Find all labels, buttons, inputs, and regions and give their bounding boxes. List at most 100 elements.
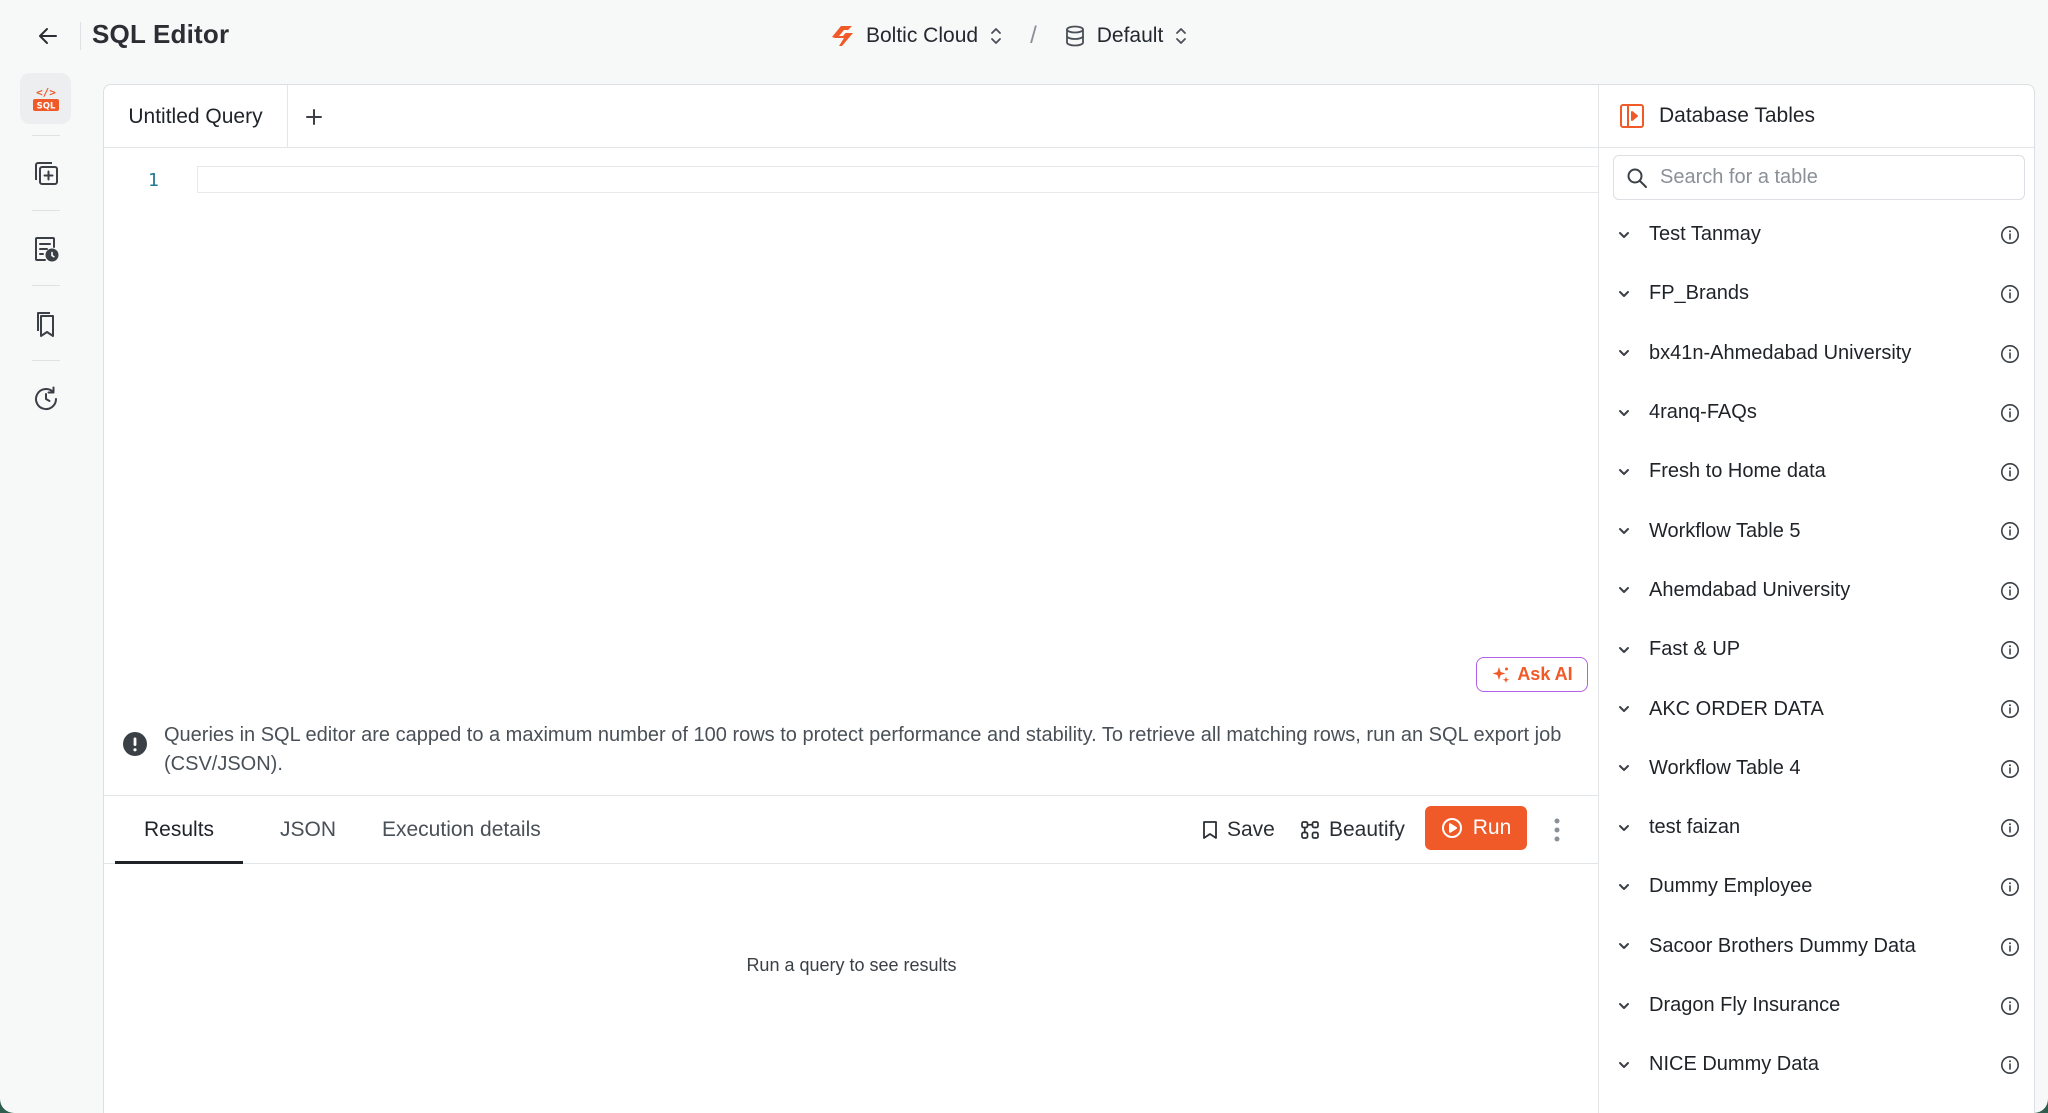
beautify-button[interactable]: Beautify: [1300, 812, 1405, 848]
info-icon[interactable]: [1999, 639, 2021, 661]
info-icon[interactable]: [1999, 520, 2021, 542]
info-icon[interactable]: [1999, 817, 2021, 839]
beautify-label: Beautify: [1329, 818, 1405, 841]
rail-item-sql-editor[interactable]: </> SQL: [20, 73, 71, 124]
info-icon[interactable]: [1999, 224, 2021, 246]
rail-item-saved-queries[interactable]: [20, 298, 71, 349]
table-name: Dragon Fly Insurance: [1649, 994, 1841, 1016]
play-circle-icon: [1441, 818, 1462, 838]
database-selector[interactable]: Default: [1063, 24, 1190, 48]
chevron-down-icon[interactable]: [1615, 1056, 1633, 1074]
sparkle-icon: [1492, 666, 1510, 683]
info-icon[interactable]: [1999, 1054, 2021, 1076]
table-name: Fresh to Home data: [1649, 460, 1826, 483]
info-icon[interactable]: [1999, 283, 2021, 305]
chevron-down-icon[interactable]: [1615, 641, 1633, 659]
rail-divider: [32, 210, 60, 211]
table-name: test faizan: [1649, 816, 1741, 839]
chevron-down-icon[interactable]: [1615, 997, 1633, 1015]
plus-icon: [306, 109, 322, 125]
breadcrumb-separator: /: [1030, 22, 1037, 49]
table-row[interactable]: Fresh to Home data: [1599, 442, 2034, 501]
chevron-down-icon[interactable]: [1615, 878, 1633, 896]
chevron-down-icon[interactable]: [1615, 937, 1633, 955]
ask-ai-button[interactable]: Ask AI: [1476, 657, 1588, 692]
chevron-down-icon[interactable]: [1615, 463, 1633, 481]
table-name: Fast & UP: [1649, 638, 1741, 661]
tab-execution-details[interactable]: Execution details: [382, 796, 541, 864]
top-bar: SQL Editor Boltic Cloud / Default: [0, 0, 2048, 72]
rail-item-new-query[interactable]: [20, 148, 71, 199]
table-name: Ahemdabad University: [1649, 578, 1851, 601]
chevron-down-icon[interactable]: [1615, 522, 1633, 540]
table-search-input[interactable]: [1660, 166, 2000, 189]
info-icon[interactable]: [1999, 343, 2021, 365]
back-button[interactable]: [32, 20, 64, 52]
table-search[interactable]: [1613, 155, 2025, 200]
left-rail: </> SQL: [0, 72, 92, 1113]
bookmark-icon: [1203, 821, 1217, 839]
info-icon[interactable]: [1999, 995, 2021, 1017]
tab-json[interactable]: JSON: [280, 796, 336, 864]
save-button[interactable]: Save: [1202, 812, 1275, 848]
chevron-down-icon[interactable]: [1615, 226, 1633, 244]
info-icon[interactable]: [1999, 936, 2021, 958]
bookmarks-icon: [36, 311, 54, 337]
table-row[interactable]: AKC ORDER DATA: [1599, 679, 2034, 738]
chevron-up-down-icon: [1176, 28, 1187, 44]
workspace-name: Boltic Cloud: [866, 24, 979, 47]
chevron-down-icon[interactable]: [1615, 759, 1633, 777]
sql-editor[interactable]: 1 Ask AI: [104, 148, 1599, 798]
alert-circle-icon: [123, 732, 147, 756]
table-row[interactable]: Dummy Employee: [1599, 857, 2034, 916]
rail-item-scheduled-queries[interactable]: [20, 223, 71, 274]
run-button[interactable]: Run: [1425, 806, 1527, 850]
chevron-down-icon[interactable]: [1615, 404, 1633, 422]
sql-label: SQL: [36, 101, 55, 111]
panel-toggle-icon[interactable]: [1619, 103, 1645, 129]
chevron-down-icon[interactable]: [1615, 285, 1633, 303]
table-row[interactable]: Workflow Table 4: [1599, 739, 2034, 798]
table-name: Workflow Table 5: [1649, 519, 1801, 542]
table-name: Workflow Table 4: [1649, 756, 1801, 779]
results-empty-state: Run a query to see results: [746, 954, 957, 975]
add-tab-button[interactable]: [296, 99, 332, 135]
info-icon[interactable]: [1999, 758, 2021, 780]
add-query-icon: [34, 161, 58, 185]
beautify-icon: [1301, 821, 1319, 839]
query-tab[interactable]: Untitled Query: [104, 85, 288, 148]
sql-code-icon: </> SQL: [32, 86, 59, 111]
database-icon: [1065, 25, 1084, 47]
kebab-menu-icon: [1554, 818, 1560, 842]
table-row[interactable]: Workflow Table 5: [1599, 501, 2034, 560]
info-icon[interactable]: [1999, 698, 2021, 720]
info-icon[interactable]: [1999, 876, 2021, 898]
table-row[interactable]: test faizan: [1599, 798, 2034, 857]
chevron-down-icon[interactable]: [1615, 581, 1633, 599]
table-row[interactable]: Dragon Fly Insurance: [1599, 976, 2034, 1035]
table-row[interactable]: Ahemdabad University: [1599, 561, 2034, 620]
table-row[interactable]: Sacoor Brothers Dummy Data: [1599, 917, 2034, 976]
table-row[interactable]: Fast & UP: [1599, 620, 2034, 679]
table-row[interactable]: FP_Brands: [1599, 264, 2034, 323]
database-tables-panel: Database Tables Test Tanmay FP_Brands bx41…: [1598, 85, 2034, 1113]
info-icon[interactable]: [1999, 580, 2021, 602]
table-row[interactable]: Test Tanmay: [1599, 205, 2034, 264]
rail-item-query-history[interactable]: [20, 373, 71, 424]
tab-results[interactable]: Results: [144, 796, 214, 864]
table-name: AKC ORDER DATA: [1649, 697, 1824, 720]
chevron-down-icon[interactable]: [1615, 819, 1633, 837]
table-row[interactable]: NICE Dummy Data: [1599, 1035, 2034, 1094]
info-icon[interactable]: [1999, 461, 2021, 483]
editor-current-line[interactable]: [197, 166, 1599, 193]
info-icon[interactable]: [1999, 402, 2021, 424]
ask-ai-label: Ask AI: [1517, 664, 1573, 684]
more-options-button[interactable]: [1545, 810, 1569, 850]
workspace-selector[interactable]: Boltic Cloud: [830, 24, 1004, 48]
table-row[interactable]: 4ranq-FAQs: [1599, 383, 2034, 442]
chevron-down-icon[interactable]: [1615, 700, 1633, 718]
table-row[interactable]: bx41n-Ahmedabad University: [1599, 324, 2034, 383]
rail-divider: [32, 135, 60, 136]
chevron-down-icon[interactable]: [1615, 344, 1633, 362]
table-name: 4ranq-FAQs: [1649, 401, 1757, 424]
